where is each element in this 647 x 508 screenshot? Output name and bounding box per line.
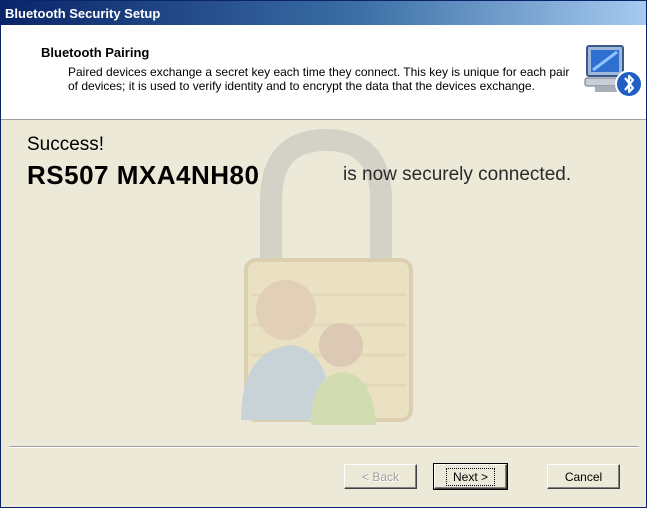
connected-status-text: is now securely connected. — [343, 164, 572, 185]
content-area: Success! RS507 MXA4NH80 is now securely … — [1, 120, 646, 446]
header-title: Bluetooth Pairing — [41, 45, 150, 60]
title-bar[interactable]: Bluetooth Security Setup — [1, 1, 646, 25]
next-button[interactable]: Next > — [433, 463, 508, 490]
next-button-label: Next > — [445, 468, 495, 486]
dialog-window: Bluetooth Security Setup Bluetooth Pairi… — [0, 0, 647, 508]
wizard-header: Bluetooth Pairing Paired devices exchang… — [1, 25, 646, 120]
button-divider — [9, 446, 639, 448]
cancel-button[interactable]: Cancel — [547, 464, 620, 489]
back-button[interactable]: < Back — [344, 464, 417, 489]
bluetooth-computer-icon — [584, 45, 643, 98]
success-label: Success! — [27, 134, 105, 155]
device-name: RS507 MXA4NH80 — [27, 160, 260, 190]
header-description: Paired devices exchange a secret key eac… — [68, 65, 570, 93]
window-title: Bluetooth Security Setup — [5, 5, 161, 21]
